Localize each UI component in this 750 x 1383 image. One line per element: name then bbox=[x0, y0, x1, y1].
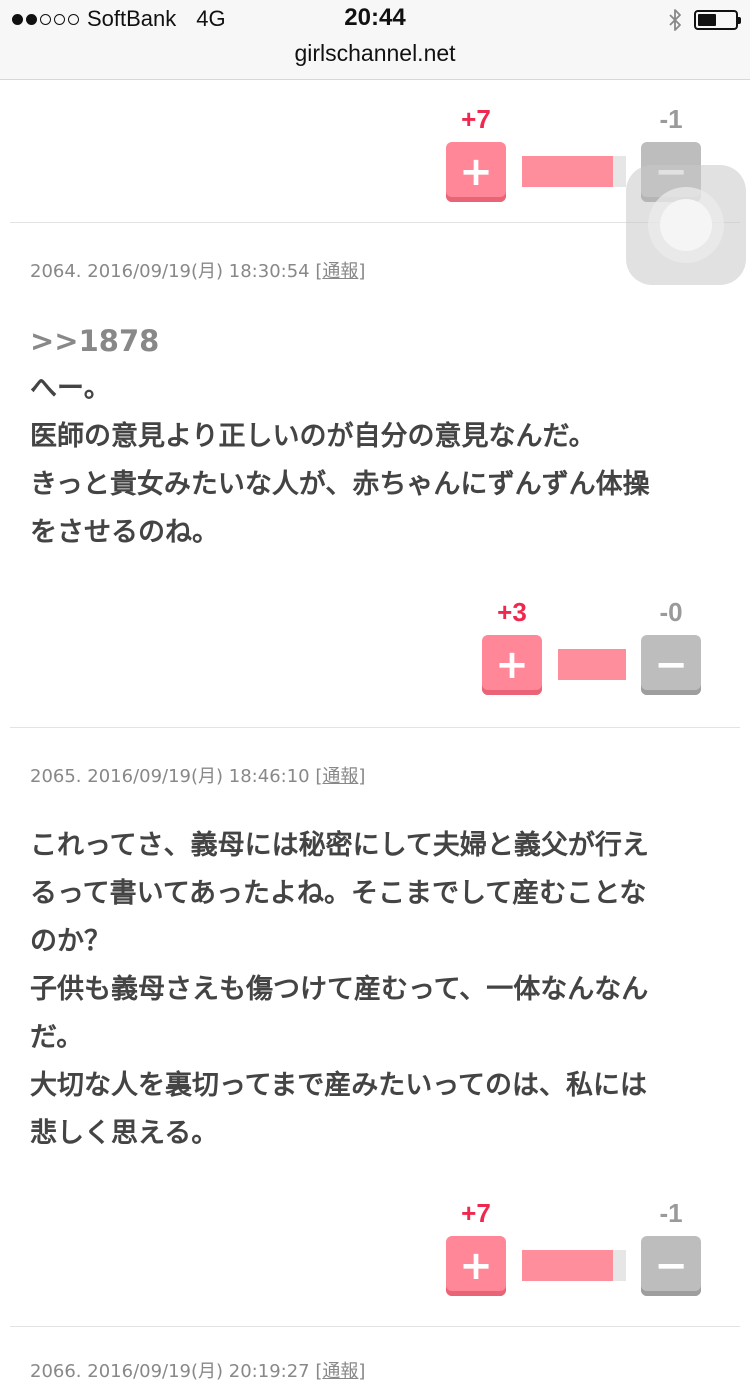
minus-icon: − bbox=[654, 1243, 688, 1289]
clock: 20:44 bbox=[344, 4, 406, 31]
comment-line: 医師の意見より正しいのが自分の意見なんだ。 bbox=[30, 421, 596, 452]
comment-item: 2065. 2016/09/19(月) 18:46:10 [通報] これってさ、… bbox=[0, 728, 750, 1158]
comment-meta: 2066. 2016/09/19(月) 20:19:27 [通報] bbox=[30, 1361, 366, 1382]
minus-count: -1 bbox=[659, 1198, 683, 1228]
comment-number: 2066. bbox=[30, 1361, 82, 1382]
minus-icon: − bbox=[654, 642, 688, 688]
comment-line: 悲しく思える。 bbox=[30, 1118, 219, 1149]
minus-button[interactable]: − bbox=[641, 635, 701, 695]
report-link[interactable]: 通報 bbox=[322, 766, 358, 787]
plus-icon: + bbox=[459, 149, 493, 195]
report-link[interactable]: 通報 bbox=[322, 1361, 358, 1382]
minus-count: -0 bbox=[659, 597, 683, 627]
status-right bbox=[668, 8, 741, 32]
vote-ratio-fill bbox=[522, 156, 613, 187]
plus-count: +7 bbox=[461, 104, 491, 134]
assistive-touch-center bbox=[660, 199, 712, 251]
comment-body: これってさ、義母には秘密にして夫婦と義父が行え るって書いてあったよね。そこまで… bbox=[30, 822, 720, 1158]
vote-block: +3 -0 + − bbox=[0, 557, 750, 727]
plus-icon: + bbox=[495, 642, 529, 688]
comment-meta: 2064. 2016/09/19(月) 18:30:54 [通報] bbox=[30, 261, 366, 282]
comment-line: 子供も義母さえも傷つけて産むって、一体なんなん bbox=[30, 974, 649, 1005]
comment-line: へー。 bbox=[30, 373, 111, 404]
comment-date: 2016/09/19(月) 18:30:54 bbox=[87, 261, 310, 282]
vote-ratio-bar bbox=[522, 1250, 626, 1281]
comment-line: きっと貴女みたいな人が、赤ちゃんにずんずん体操 bbox=[30, 469, 650, 500]
plus-icon: + bbox=[459, 1243, 493, 1289]
comment-line: 大切な人を裏切ってまで産みたいってのは、私には bbox=[30, 1070, 647, 1101]
vote-ratio-fill bbox=[558, 649, 626, 680]
battery-level bbox=[698, 14, 716, 26]
comment-line: のか？ bbox=[30, 926, 111, 957]
comment-number: 2064. bbox=[30, 261, 82, 282]
minus-count: -1 bbox=[659, 104, 683, 134]
comment-line: だ。 bbox=[30, 1022, 84, 1053]
comment-item: 2066. 2016/09/19(月) 20:19:27 [通報] bbox=[0, 1327, 750, 1383]
plus-button[interactable]: + bbox=[446, 142, 506, 202]
comment-line: をさせるのね。 bbox=[30, 517, 219, 548]
status-bar: SoftBank 4G 20:44 girlschannel.net bbox=[0, 0, 750, 80]
minus-button[interactable]: − bbox=[641, 1236, 701, 1296]
bluetooth-icon bbox=[668, 8, 682, 32]
vote-block: +7 -1 + − bbox=[0, 1158, 750, 1326]
plus-button[interactable]: + bbox=[482, 635, 542, 695]
comment-line: これってさ、義母には秘密にして夫婦と義父が行え bbox=[30, 830, 649, 861]
comment-body: >>1878 へー。 医師の意見より正しいのが自分の意見なんだ。 きっと貴女みた… bbox=[30, 317, 720, 557]
comment-meta: 2065. 2016/09/19(月) 18:46:10 [通報] bbox=[30, 766, 366, 787]
vote-ratio-bar bbox=[558, 649, 626, 680]
battery-icon bbox=[694, 10, 741, 30]
vote-ratio-bar bbox=[522, 156, 626, 187]
comment-date: 2016/09/19(月) 20:19:27 bbox=[87, 1361, 310, 1382]
assistive-touch-icon[interactable] bbox=[626, 165, 746, 285]
plus-count: +3 bbox=[497, 597, 527, 627]
plus-button[interactable]: + bbox=[446, 1236, 506, 1296]
report-link[interactable]: 通報 bbox=[322, 261, 358, 282]
comment-line: るって書いてあったよね。そこまでして産むことな bbox=[30, 878, 647, 909]
comment-date: 2016/09/19(月) 18:46:10 bbox=[87, 766, 310, 787]
vote-ratio-fill bbox=[522, 1250, 613, 1281]
comment-number: 2065. bbox=[30, 766, 82, 787]
reply-anchor-link[interactable]: >>1878 bbox=[30, 317, 720, 365]
plus-count: +7 bbox=[461, 1198, 491, 1228]
address-bar-url[interactable]: girlschannel.net bbox=[0, 40, 750, 67]
